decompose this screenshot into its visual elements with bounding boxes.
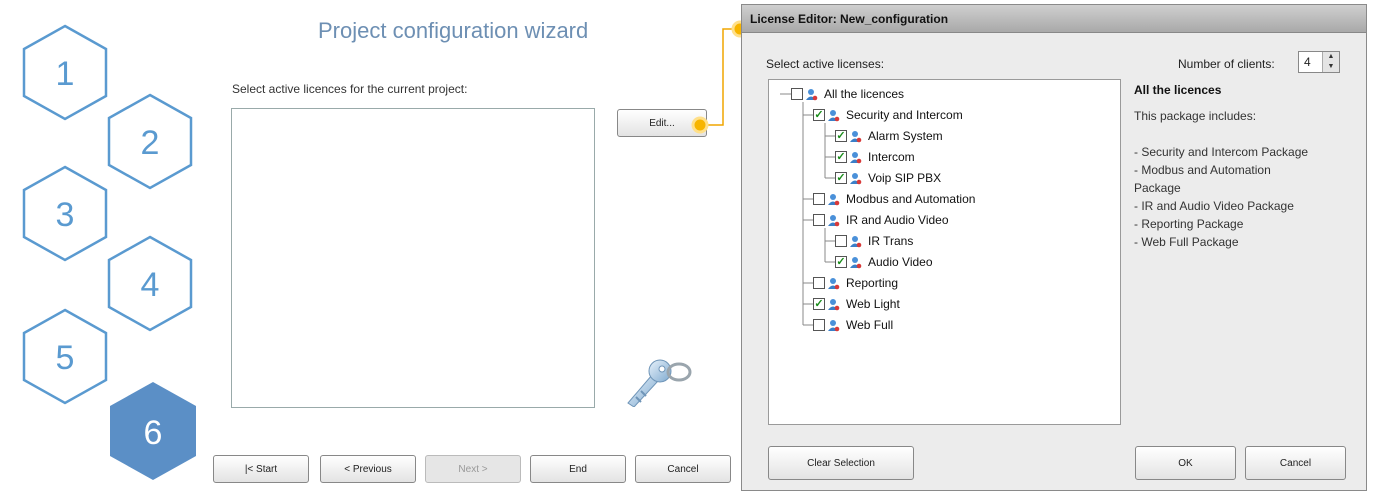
- step-6-number: 6: [144, 414, 163, 452]
- user-icon: [827, 298, 840, 311]
- user-icon: [827, 319, 840, 332]
- package-info-line: - Reporting Package: [1134, 217, 1244, 231]
- previous-button[interactable]: < Previous: [320, 455, 416, 483]
- unchecked-checkbox[interactable]: [813, 277, 825, 289]
- user-icon: [849, 151, 862, 164]
- user-icon: [849, 172, 862, 185]
- tree-node[interactable]: ✓ Web Light: [813, 294, 900, 314]
- tree-node[interactable]: ✓ Voip SIP PBX: [835, 168, 941, 188]
- tree-node[interactable]: All the licences: [791, 84, 904, 104]
- user-icon: [849, 235, 862, 248]
- checked-checkbox[interactable]: ✓: [835, 172, 847, 184]
- package-info-line: - IR and Audio Video Package: [1134, 199, 1294, 213]
- user-icon: [827, 277, 840, 290]
- end-button[interactable]: End: [530, 455, 626, 483]
- ok-button[interactable]: OK: [1135, 446, 1236, 480]
- checked-checkbox[interactable]: ✓: [813, 298, 825, 310]
- clients-label: Number of clients:: [1178, 57, 1275, 71]
- spin-down-icon[interactable]: ▼: [1323, 62, 1339, 72]
- tree-node[interactable]: Modbus and Automation: [813, 189, 975, 209]
- user-icon: [805, 88, 818, 101]
- unchecked-checkbox[interactable]: [813, 319, 825, 331]
- package-info-line: - Modbus and Automation: [1134, 163, 1271, 177]
- step-5-number: 5: [56, 339, 75, 377]
- package-info-line: Package: [1134, 181, 1181, 195]
- package-info-line: - Web Full Package: [1134, 235, 1239, 249]
- next-button[interactable]: Next >: [425, 455, 521, 483]
- key-icon: [627, 359, 692, 407]
- editor-cancel-button[interactable]: Cancel: [1245, 446, 1346, 480]
- project-wizard: 1 2 3 4 5 6 Project configuration wizard…: [0, 0, 742, 493]
- unchecked-checkbox[interactable]: [813, 214, 825, 226]
- tree-connector-lines: [780, 93, 836, 326]
- step-4-number: 4: [141, 266, 160, 304]
- unchecked-checkbox[interactable]: [791, 88, 803, 100]
- clients-value: 4: [1304, 55, 1311, 69]
- license-tree[interactable]: All the licences ✓ Security and Intercom ✓ A…: [768, 79, 1121, 425]
- package-info-subtitle: This package includes:: [1134, 109, 1257, 123]
- spin-up-icon[interactable]: ▲: [1323, 52, 1339, 62]
- step-2-number: 2: [141, 124, 160, 162]
- tree-node-label: Voip SIP PBX: [868, 171, 942, 185]
- editor-titlebar[interactable]: License Editor: New_configuration: [742, 5, 1366, 33]
- tree-node-label: All the licences: [824, 87, 905, 101]
- checked-checkbox[interactable]: ✓: [813, 109, 825, 121]
- checked-checkbox[interactable]: ✓: [835, 151, 847, 163]
- tree-node[interactable]: Web Full: [813, 315, 893, 335]
- step-3-number: 3: [56, 196, 75, 234]
- tree-node-label: Intercom: [868, 150, 915, 164]
- package-info-line: - Security and Intercom Package: [1134, 145, 1309, 159]
- clear-selection-button[interactable]: Clear Selection: [768, 446, 914, 480]
- tree-node-label: Reporting: [846, 276, 899, 290]
- user-icon: [827, 109, 840, 122]
- licences-prompt: Select active licences for the current p…: [232, 82, 468, 96]
- active-licences-list[interactable]: [231, 108, 595, 408]
- license-editor-window: License Editor: New_configuration Select…: [741, 4, 1367, 491]
- package-info-title: All the licences: [1134, 83, 1222, 97]
- cancel-button[interactable]: Cancel: [635, 455, 731, 483]
- spinner-arrows[interactable]: ▲ ▼: [1322, 52, 1339, 72]
- tree-node-label: IR Trans: [868, 234, 914, 248]
- user-icon: [827, 214, 840, 227]
- user-icon: [827, 193, 840, 206]
- tree-node[interactable]: ✓ Alarm System: [835, 126, 943, 146]
- tree-node[interactable]: IR Trans: [835, 231, 913, 251]
- unchecked-checkbox[interactable]: [835, 235, 847, 247]
- checked-checkbox[interactable]: ✓: [835, 256, 847, 268]
- tree-node-label: Security and Intercom: [846, 108, 963, 122]
- wizard-steps: 1 2 3 4 5 6: [22, 24, 196, 480]
- user-icon: [849, 130, 862, 143]
- tree-node[interactable]: ✓ Intercom: [835, 147, 915, 167]
- wizard-nav-buttons: |< Start < Previous Next > End Cancel: [213, 455, 733, 485]
- tree-node[interactable]: Reporting: [813, 273, 898, 293]
- unchecked-checkbox[interactable]: [813, 193, 825, 205]
- clients-spinner[interactable]: 4 ▲ ▼: [1298, 51, 1340, 73]
- tree-node-label: Web Light: [846, 297, 900, 311]
- tree-node[interactable]: IR and Audio Video: [813, 210, 949, 230]
- tree-node-label: Alarm System: [868, 129, 943, 143]
- tree-node[interactable]: ✓ Audio Video: [835, 252, 933, 272]
- user-icon: [849, 256, 862, 269]
- tree-node-label: Audio Video: [868, 255, 933, 269]
- wizard-title: Project configuration wizard: [318, 18, 589, 43]
- start-button[interactable]: |< Start: [213, 455, 309, 483]
- tree-node-label: Modbus and Automation: [846, 192, 976, 206]
- select-licenses-label: Select active licenses:: [766, 57, 885, 71]
- step-1-number: 1: [56, 55, 75, 93]
- tree-node[interactable]: ✓ Security and Intercom: [813, 105, 963, 125]
- tree-node-label: Web Full: [846, 318, 894, 332]
- package-info-panel: All the licences This package includes: …: [1134, 81, 1352, 251]
- tree-node-label: IR and Audio Video: [846, 213, 949, 227]
- checked-checkbox[interactable]: ✓: [835, 130, 847, 142]
